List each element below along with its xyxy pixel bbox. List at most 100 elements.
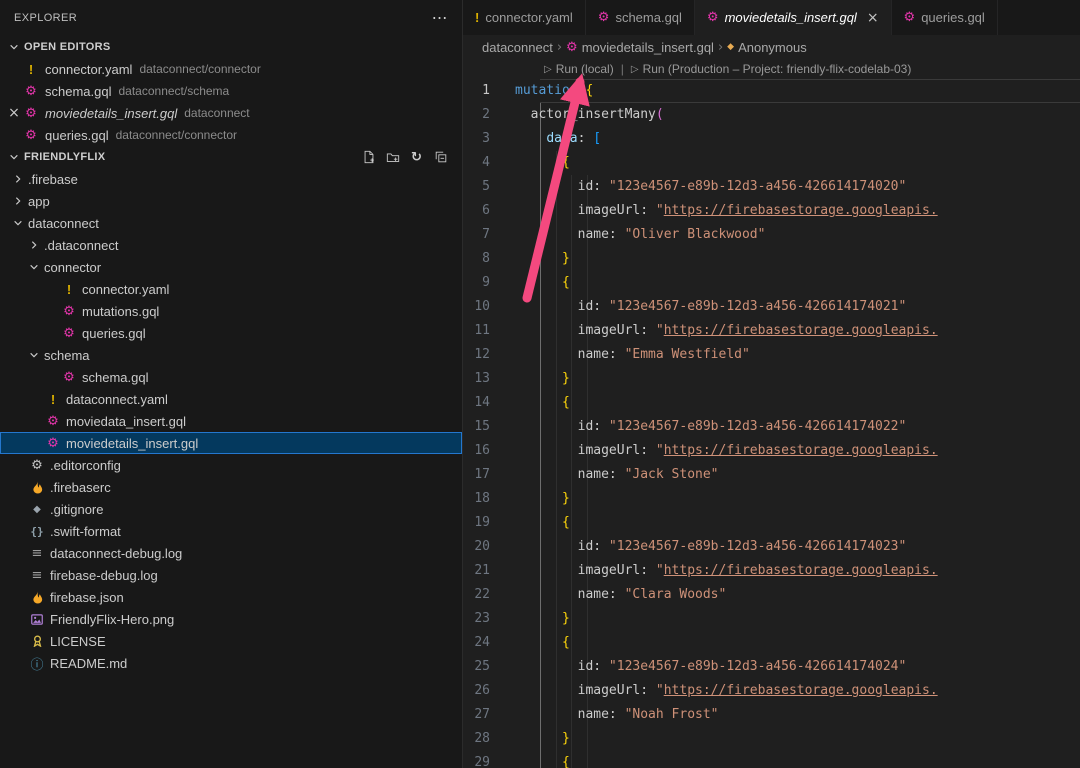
code-line[interactable]: 27 name: "Noah Frost" — [463, 703, 1080, 727]
code-line[interactable]: 12 name: "Emma Westfield" — [463, 343, 1080, 367]
open-editor-description: dataconnect — [184, 106, 249, 120]
code-line[interactable]: 13 } — [463, 367, 1080, 391]
tree-item-readme-md[interactable]: ⓘREADME.md — [0, 652, 462, 674]
code-line[interactable]: 22 name: "Clara Woods" — [463, 583, 1080, 607]
tree-item-label: firebase.json — [50, 590, 124, 605]
tree-item-firebase-json[interactable]: firebase.json — [0, 586, 462, 608]
tree-item-moviedetails-insert-gql[interactable]: ⚙moviedetails_insert.gql — [0, 432, 462, 454]
code-line[interactable]: 8 } — [463, 247, 1080, 271]
code-line[interactable]: 25 id: "123e4567-e89b-12d3-a456-42661417… — [463, 655, 1080, 679]
codelens-run-local-label: Run (local) — [556, 62, 614, 76]
code-line[interactable]: 17 name: "Jack Stone" — [463, 463, 1080, 487]
tree-item-label: connector — [44, 260, 101, 275]
code-line[interactable]: 4 { — [463, 151, 1080, 175]
open-editor-schema-gql[interactable]: ⚙schema.gqldataconnect/schema — [0, 80, 462, 102]
code-line-content: name: "Jack Stone" — [515, 463, 1080, 487]
codelens-run-local[interactable]: ▷ Run (local) — [544, 62, 614, 76]
tab-moviedetails-insert-gql[interactable]: ⚙moviedetails_insert.gql× — [695, 0, 892, 35]
open-editor-label: connector.yaml — [45, 62, 132, 77]
code-line[interactable]: 7 name: "Oliver Blackwood" — [463, 223, 1080, 247]
tab-queries-gql[interactable]: ⚙queries.gql — [892, 0, 998, 35]
code-line[interactable]: 21 imageUrl: "https://firebasestorage.go… — [463, 559, 1080, 583]
new-folder-icon[interactable] — [385, 150, 400, 165]
code-line[interactable]: 2 actor_insertMany( — [463, 103, 1080, 127]
open-editor-connector-yaml[interactable]: !connector.yamldataconnect/connector — [0, 58, 462, 80]
tree-item-license[interactable]: LICENSE — [0, 630, 462, 652]
breadcrumb-item-moviedetails-insert-gql[interactable]: ⚙moviedetails_insert.gql — [566, 40, 714, 55]
log-icon: ≡ — [28, 568, 46, 583]
open-editor-moviedetails-insert-gql[interactable]: ×⚙moviedetails_insert.gqldataconnect — [0, 102, 462, 124]
tree-item-dataconnect-yaml[interactable]: !dataconnect.yaml — [0, 388, 462, 410]
explorer-title: EXPLORER — [14, 12, 77, 24]
open-editor-queries-gql[interactable]: ⚙queries.gqldataconnect/connector — [0, 124, 462, 146]
tab-schema-gql[interactable]: ⚙schema.gql — [586, 0, 695, 35]
tree-item-moviedata-insert-gql[interactable]: ⚙moviedata_insert.gql — [0, 410, 462, 432]
graphql-icon: ⚙ — [60, 304, 78, 319]
close-icon[interactable]: × — [6, 105, 22, 121]
code-line[interactable]: 28 } — [463, 727, 1080, 751]
graphql-icon: ⚙ — [22, 106, 40, 121]
refresh-icon[interactable]: ↻ — [409, 150, 424, 165]
code-line[interactable]: 15 id: "123e4567-e89b-12d3-a456-42661417… — [463, 415, 1080, 439]
code-line[interactable]: 16 imageUrl: "https://firebasestorage.go… — [463, 439, 1080, 463]
code-line[interactable]: 14 { — [463, 391, 1080, 415]
collapse-all-icon[interactable] — [433, 150, 448, 165]
code-line[interactable]: 24 { — [463, 631, 1080, 655]
tree-item-label: LICENSE — [50, 634, 106, 649]
code-line[interactable]: 6 imageUrl: "https://firebasestorage.goo… — [463, 199, 1080, 223]
code-line-content: } — [515, 487, 1080, 511]
line-number: 8 — [463, 247, 515, 271]
tree-item-dataconnect-debug-log[interactable]: ≡dataconnect-debug.log — [0, 542, 462, 564]
code-line-content: { — [515, 511, 1080, 535]
code-line[interactable]: 9 { — [463, 271, 1080, 295]
code-line-content: id: "123e4567-e89b-12d3-a456-42661417402… — [515, 535, 1080, 559]
new-file-icon[interactable] — [361, 150, 376, 165]
tree-item-firebase[interactable]: .firebase — [0, 168, 462, 190]
breadcrumb-item-dataconnect[interactable]: dataconnect — [482, 40, 553, 55]
code-line[interactable]: 26 imageUrl: "https://firebasestorage.go… — [463, 679, 1080, 703]
log-icon: ≡ — [28, 546, 46, 561]
breadcrumb-item-anonymous[interactable]: ◆Anonymous — [727, 40, 807, 55]
line-number: 14 — [463, 391, 515, 415]
codelens-run-production[interactable]: ▷ Run (Production – Project: friendly-fl… — [631, 62, 912, 76]
code-line[interactable]: 5 id: "123e4567-e89b-12d3-a456-426614174… — [463, 175, 1080, 199]
tree-item-schema[interactable]: schema — [0, 344, 462, 366]
line-number: 4 — [463, 151, 515, 175]
tree-item-gitignore[interactable]: ◆.gitignore — [0, 498, 462, 520]
tree-item-label: .firebaserc — [50, 480, 111, 495]
code-line[interactable]: 20 id: "123e4567-e89b-12d3-a456-42661417… — [463, 535, 1080, 559]
code-line[interactable]: 29 { — [463, 751, 1080, 768]
code-line[interactable]: 23 } — [463, 607, 1080, 631]
code-line[interactable]: 11 imageUrl: "https://firebasestorage.go… — [463, 319, 1080, 343]
tree-item-firebase-debug-log[interactable]: ≡firebase-debug.log — [0, 564, 462, 586]
graphql-icon: ⚙ — [60, 326, 78, 341]
tree-item-connector-yaml[interactable]: !connector.yaml — [0, 278, 462, 300]
code-line[interactable]: 18 } — [463, 487, 1080, 511]
tree-item-dataconnect[interactable]: dataconnect — [0, 212, 462, 234]
graphql-icon: ⚙ — [22, 84, 40, 99]
line-number: 15 — [463, 415, 515, 439]
tree-item-queries-gql[interactable]: ⚙queries.gql — [0, 322, 462, 344]
tree-item-connector[interactable]: connector — [0, 256, 462, 278]
tree-item-editorconfig[interactable]: ⚙.editorconfig — [0, 454, 462, 476]
tree-item-schema-gql[interactable]: ⚙schema.gql — [0, 366, 462, 388]
code-line[interactable]: 10 id: "123e4567-e89b-12d3-a456-42661417… — [463, 295, 1080, 319]
tab-label: schema.gql — [615, 10, 681, 25]
tree-item-mutations-gql[interactable]: ⚙mutations.gql — [0, 300, 462, 322]
open-editors-section-header[interactable]: OPEN EDITORS — [0, 36, 462, 58]
code-line-content: imageUrl: "https://firebasestorage.googl… — [515, 439, 1080, 463]
tree-item-friendlyflix-hero-png[interactable]: FriendlyFlix-Hero.png — [0, 608, 462, 630]
tree-item-firebaserc[interactable]: .firebaserc — [0, 476, 462, 498]
more-actions-icon[interactable] — [432, 10, 448, 27]
code-line[interactable]: 19 { — [463, 511, 1080, 535]
code-line[interactable]: 3 data: [ — [463, 127, 1080, 151]
tree-item-swift-format[interactable]: {}.swift-format — [0, 520, 462, 542]
close-icon[interactable]: × — [867, 10, 879, 26]
tree-item-label: dataconnect — [28, 216, 99, 231]
project-section-header[interactable]: FRIENDLYFLIX ↻ — [0, 146, 462, 168]
tree-item-dataconnect[interactable]: .dataconnect — [0, 234, 462, 256]
tree-item-app[interactable]: app — [0, 190, 462, 212]
code-line[interactable]: 1mutation { — [463, 79, 1080, 103]
tab-connector-yaml[interactable]: !connector.yaml — [463, 0, 586, 35]
code-editor[interactable]: 1mutation {2 actor_insertMany(3 data: [4… — [463, 79, 1080, 768]
